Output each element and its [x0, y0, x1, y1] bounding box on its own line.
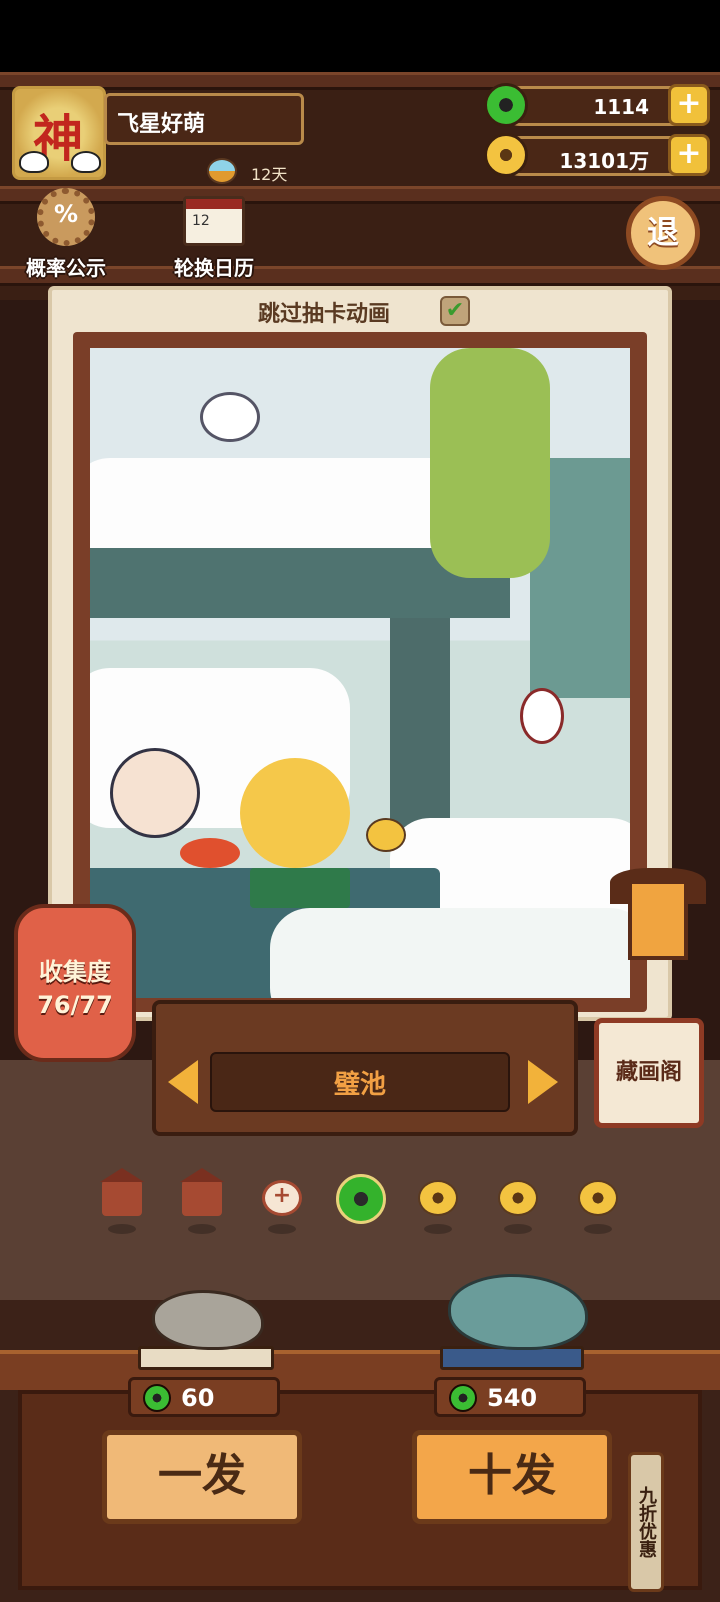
- jade-coin-icon: [484, 83, 528, 127]
- dot-shadow: [108, 1224, 136, 1234]
- dot-shadow: [268, 1224, 296, 1234]
- player-name: 飞星好萌: [104, 93, 304, 145]
- add-jade-button[interactable]: +: [668, 84, 710, 126]
- single-draw-button[interactable]: 一发: [102, 1430, 302, 1524]
- jade-coin-icon: [449, 1384, 477, 1412]
- jade-amount: 1114: [593, 95, 649, 119]
- pool-pager: +: [100, 1168, 640, 1234]
- coin-pool-icon[interactable]: [578, 1180, 618, 1216]
- pillar: [390, 618, 450, 848]
- counter-top: [0, 1350, 720, 1390]
- gold-amount: 13101万: [559, 149, 649, 173]
- house-icon[interactable]: [100, 1168, 144, 1216]
- probability-button[interactable]: % 概率公示: [18, 188, 114, 281]
- percent-glyph: %: [53, 200, 79, 228]
- calendar-label: 轮换日历: [174, 256, 254, 280]
- skip-animation-label: 跳过抽卡动画: [258, 302, 391, 327]
- book: [250, 868, 350, 908]
- coin-pool-icon[interactable]: [418, 1180, 458, 1216]
- character-man: [110, 748, 200, 838]
- single-price-value: 60: [181, 1384, 215, 1412]
- dot-shadow: [424, 1224, 452, 1234]
- panda-icon: [71, 151, 101, 173]
- picture-name: 璧池: [333, 1070, 386, 1100]
- white-cat: [200, 392, 260, 442]
- dot-shadow: [504, 1224, 532, 1234]
- collection-count: 76/77: [37, 991, 113, 1019]
- collection-progress[interactable]: 收集度 76/77: [14, 904, 136, 1062]
- skip-animation-checkbox[interactable]: ✔: [440, 296, 470, 326]
- collection-label: 收集度: [39, 958, 111, 986]
- calendar-icon: 12: [183, 196, 245, 246]
- add-gold-button[interactable]: +: [668, 134, 710, 176]
- ten-draw-button[interactable]: 十发: [412, 1430, 612, 1524]
- ten-price: 540: [434, 1377, 586, 1417]
- calendar-glyph: 12: [192, 213, 210, 229]
- gallery-button[interactable]: 藏画阁: [594, 1018, 704, 1128]
- panda-icon: [19, 151, 49, 173]
- gold-coin-icon: [484, 133, 528, 177]
- next-arrow-icon[interactable]: [528, 1060, 558, 1104]
- ten-price-value: 540: [487, 1384, 538, 1412]
- bath-tub: [270, 908, 630, 998]
- plus-icon[interactable]: +: [262, 1180, 302, 1216]
- tomatoes: [180, 838, 240, 868]
- coin-pool-icon[interactable]: [498, 1180, 538, 1216]
- discount-tag: 九折优惠: [628, 1452, 664, 1592]
- days-icon: [207, 158, 237, 184]
- character-hair: [240, 758, 350, 868]
- illustration: [90, 348, 630, 998]
- single-price: 60: [128, 1377, 280, 1417]
- prev-arrow-icon[interactable]: [168, 1060, 198, 1104]
- gear-icon: %: [37, 188, 95, 246]
- jade-coin-icon: [143, 1384, 171, 1412]
- exit-button[interactable]: 退: [626, 196, 700, 270]
- character-girl: [430, 348, 550, 578]
- calendar-button[interactable]: 12 轮换日历: [164, 188, 264, 281]
- probability-label: 概率公示: [26, 256, 106, 280]
- dot-shadow: [584, 1224, 612, 1234]
- jade-pool-icon-selected[interactable]: [336, 1174, 386, 1224]
- chick: [366, 818, 406, 852]
- house-icon[interactable]: [180, 1168, 224, 1216]
- lantern: [520, 688, 564, 744]
- avatar[interactable]: 神: [12, 86, 106, 180]
- days-counter: 12天: [251, 165, 288, 184]
- dot-shadow: [188, 1224, 216, 1234]
- lamp-icon: [628, 880, 688, 960]
